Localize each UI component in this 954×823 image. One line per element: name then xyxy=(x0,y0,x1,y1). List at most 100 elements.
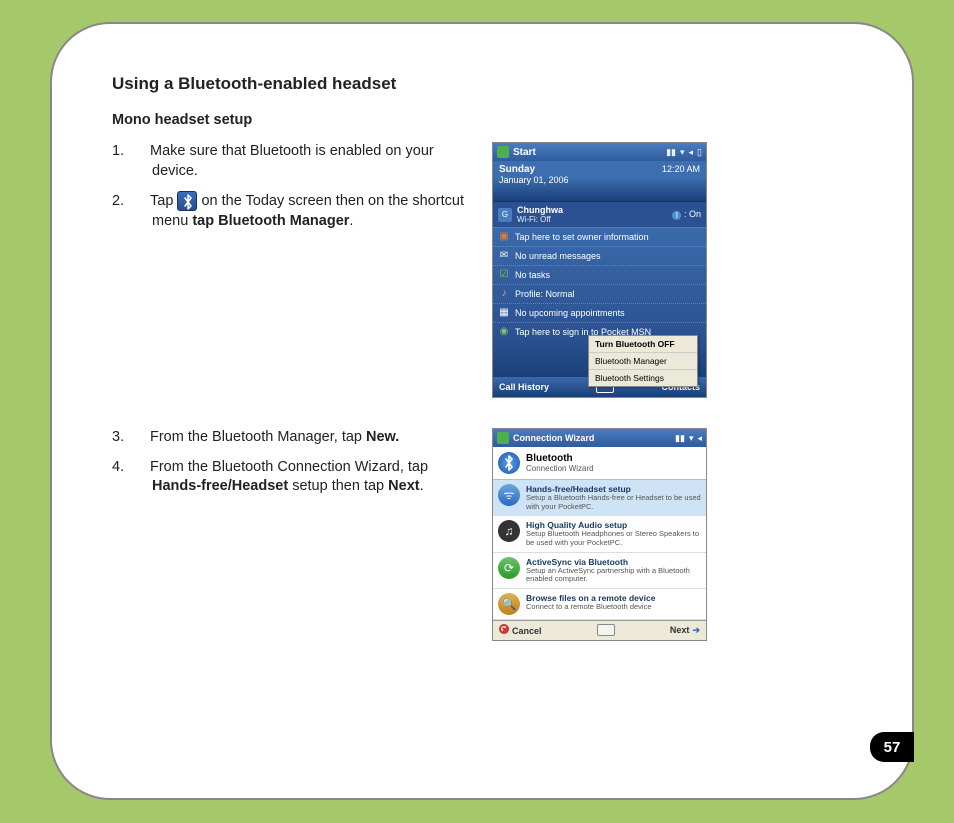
bluetooth-icon xyxy=(177,191,197,211)
page-number-tab: 57 xyxy=(870,732,914,762)
cancel-icon xyxy=(499,624,509,634)
wm-titlebar: Start ▮▮ ▾ ◂ ▯ xyxy=(493,143,706,161)
carrier-row: G Chunghwa Wi-Fi: Off ᛒ : On xyxy=(493,201,706,227)
option-desc: Setup Bluetooth Headphones or Stereo Spe… xyxy=(526,530,701,547)
step-number: 4. xyxy=(132,458,150,478)
softkey-left[interactable]: Call History xyxy=(499,382,549,392)
today-item-text: Profile: Normal xyxy=(515,289,575,299)
wizard-subtitle: Connection Wizard xyxy=(526,464,594,473)
today-items-list: ▣ Tap here to set owner information ✉ No u… xyxy=(493,227,706,341)
calendar-icon: ▦ xyxy=(498,307,510,319)
today-item[interactable]: ♪ Profile: Normal xyxy=(493,284,706,303)
wifi-status: Wi-Fi: Off xyxy=(517,215,667,224)
wizard-option-list: ᯤ Hands-free/Headset setupSetup a Blueto… xyxy=(493,480,706,620)
section-row: 3.From the Bluetooth Manager, tap New. 4… xyxy=(112,428,857,641)
step-item: 2.Tap on the Today screen then on the sh… xyxy=(132,191,472,231)
start-flag-icon xyxy=(497,146,509,158)
option-desc: Connect to a remote Bluetooth device xyxy=(526,603,655,612)
option-desc: Setup a Bluetooth Hands-free or Headset … xyxy=(526,494,701,511)
section-subheading: Mono headset setup xyxy=(112,112,857,128)
bluetooth-status: ᛒ : On xyxy=(672,209,701,220)
wizard-title: Bluetooth xyxy=(526,453,594,464)
option-desc: Setup an ActiveSync partnership with a B… xyxy=(526,567,701,584)
keyboard-icon[interactable] xyxy=(597,624,615,636)
message-icon: ✉ xyxy=(498,250,510,262)
page-heading: Using a Bluetooth-enabled headset xyxy=(112,74,857,94)
titlebar-label: Start xyxy=(513,147,662,158)
screenshot-connection-wizard: Connection Wizard ▮▮ ▾ ◂ Bluetooth Conne… xyxy=(492,428,707,641)
owner-icon: ▣ xyxy=(498,231,510,243)
menu-item-bt-off[interactable]: Turn Bluetooth OFF xyxy=(589,336,697,353)
bluetooth-shortcut-menu: Turn Bluetooth OFF Bluetooth Manager Blu… xyxy=(588,335,698,387)
step-number: 1. xyxy=(132,142,150,162)
menu-item-bt-settings[interactable]: Bluetooth Settings xyxy=(589,370,697,386)
signal-icon: ▮▮ xyxy=(675,433,685,444)
next-button[interactable]: Next➔ xyxy=(670,625,700,636)
clock-time: 12:20 AM xyxy=(662,164,700,174)
wizard-option-hq-audio[interactable]: ♫ High Quality Audio setupSetup Bluetoot… xyxy=(493,516,706,552)
instruction-block: 3.From the Bluetooth Manager, tap New. 4… xyxy=(112,428,472,507)
wizard-header: Bluetooth Connection Wizard xyxy=(493,447,706,480)
today-item[interactable]: ☑ No tasks xyxy=(493,265,706,284)
today-item[interactable]: ✉ No unread messages xyxy=(493,246,706,265)
today-item-text: No upcoming appointments xyxy=(515,308,625,318)
carrier-name: Chunghwa xyxy=(517,205,667,215)
option-title: ActiveSync via Bluetooth xyxy=(526,557,701,567)
today-item[interactable]: ▣ Tap here to set owner information xyxy=(493,227,706,246)
cancel-button[interactable]: Cancel xyxy=(499,624,542,636)
carrier-icon: G xyxy=(498,208,512,222)
step-text: From the Bluetooth Manager, tap xyxy=(150,429,366,445)
softkey-bar: Cancel Next➔ xyxy=(493,620,706,640)
today-item-text: No tasks xyxy=(515,270,550,280)
today-item-text: No unread messages xyxy=(515,251,601,261)
date-label: January 01, 2006 xyxy=(499,175,700,185)
activesync-icon: ⟳ xyxy=(498,557,520,579)
today-item[interactable]: ▦ No upcoming appointments xyxy=(493,303,706,322)
arrow-right-icon: ➔ xyxy=(692,625,700,635)
network-icon: ▾ xyxy=(680,147,685,158)
sound-icon: ◂ xyxy=(689,147,694,158)
bluetooth-glyph-icon: ᛒ xyxy=(672,211,681,220)
wizard-option-handsfree[interactable]: ᯤ Hands-free/Headset setupSetup a Blueto… xyxy=(493,480,706,516)
section-row: 1.Make sure that Bluetooth is enabled on… xyxy=(112,142,857,398)
instruction-block: 1.Make sure that Bluetooth is enabled on… xyxy=(112,142,472,241)
step-item: 3.From the Bluetooth Manager, tap New. xyxy=(132,428,472,448)
signal-icon: ▮▮ xyxy=(666,147,676,158)
step-text: . xyxy=(420,478,424,494)
battery-icon: ▯ xyxy=(697,147,702,158)
today-date-panel: 12:20 AM Sunday January 01, 2006 xyxy=(493,161,706,201)
wm-titlebar: Connection Wizard ▮▮ ▾ ◂ xyxy=(493,429,706,447)
screenshot-today-screen: Start ▮▮ ▾ ◂ ▯ 12:20 AM Sunday January 0… xyxy=(492,142,707,398)
bluetooth-round-icon xyxy=(498,452,520,474)
profile-icon: ♪ xyxy=(498,288,510,300)
step-text-bold: Next xyxy=(388,478,419,494)
step-text: setup then tap xyxy=(288,478,388,494)
headset-icon: ᯤ xyxy=(498,484,520,506)
step-text: Tap xyxy=(150,193,177,209)
step-text-bold: New. xyxy=(366,429,399,445)
bt-state-text: On xyxy=(689,209,701,219)
menu-item-bt-manager[interactable]: Bluetooth Manager xyxy=(589,353,697,370)
manual-page: Using a Bluetooth-enabled headset Mono h… xyxy=(50,22,914,800)
wizard-option-browse-files[interactable]: 🔍 Browse files on a remote deviceConnect… xyxy=(493,589,706,620)
titlebar-label: Connection Wizard xyxy=(513,433,671,443)
step-text: From the Bluetooth Connection Wizard, ta… xyxy=(150,459,428,475)
step-text: . xyxy=(349,213,353,229)
step-item: 1.Make sure that Bluetooth is enabled on… xyxy=(132,142,472,181)
step-text-bold: Hands-free/Headset xyxy=(152,478,288,494)
network-icon: ▾ xyxy=(689,433,694,444)
wizard-option-activesync[interactable]: ⟳ ActiveSync via BluetoothSetup an Activ… xyxy=(493,553,706,589)
start-flag-icon xyxy=(497,432,509,444)
next-label: Next xyxy=(670,625,690,635)
step-number: 3. xyxy=(132,428,150,448)
today-item-text: Tap here to set owner information xyxy=(515,232,649,242)
cancel-label: Cancel xyxy=(512,626,542,636)
step-number: 2. xyxy=(132,192,150,212)
msn-icon: ◉ xyxy=(498,326,510,338)
tasks-icon: ☑ xyxy=(498,269,510,281)
step-item: 4.From the Bluetooth Connection Wizard, … xyxy=(132,458,472,497)
browse-files-icon: 🔍 xyxy=(498,593,520,615)
step-text-bold: tap Bluetooth Manager xyxy=(192,213,349,229)
sound-icon: ◂ xyxy=(697,433,702,444)
step-text: Make sure that Bluetooth is enabled on y… xyxy=(150,143,434,179)
